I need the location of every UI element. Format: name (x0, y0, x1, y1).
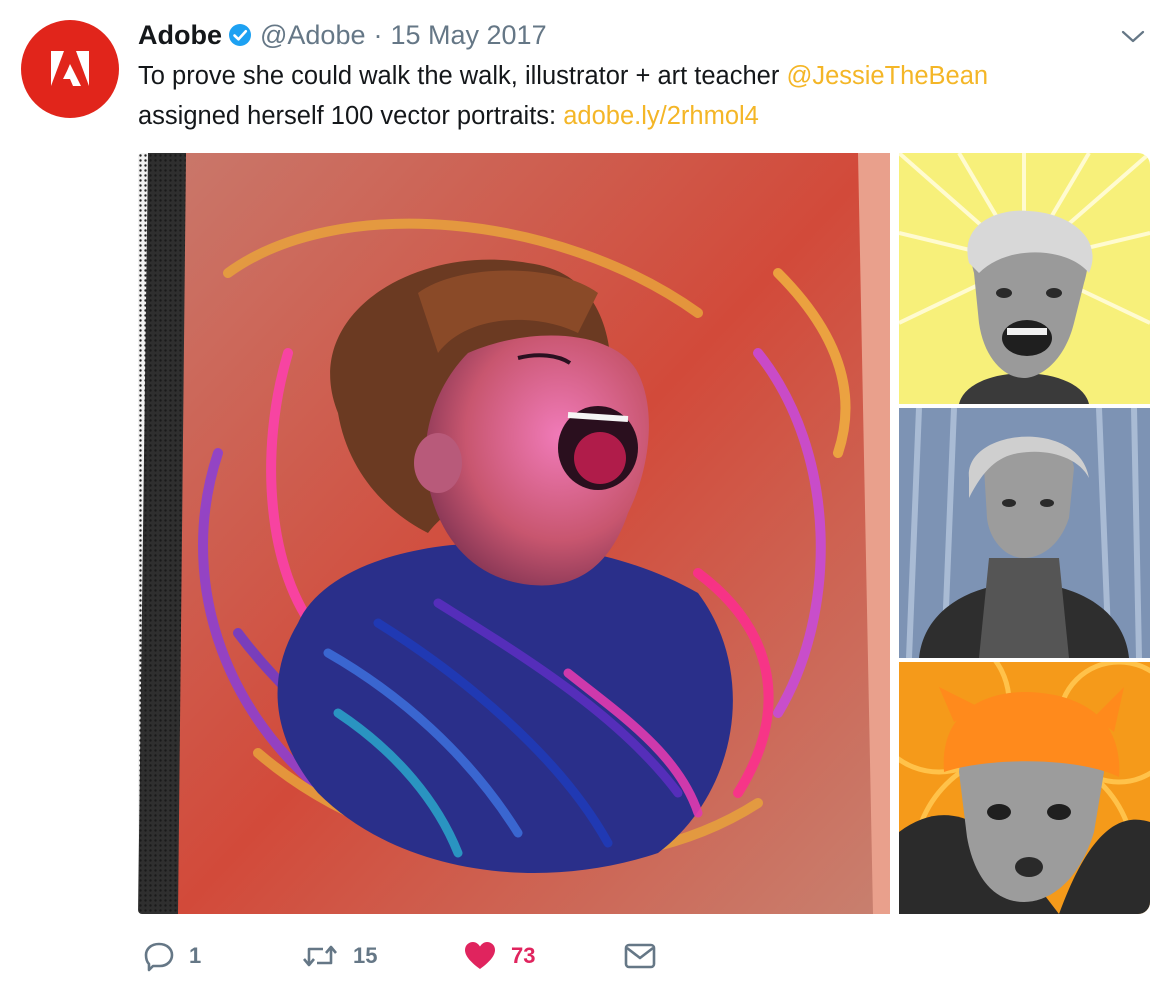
tweet-header: Adobe @Adobe · 15 May 2017 (138, 18, 547, 52)
like-count: 73 (511, 943, 536, 968)
retweet-button[interactable]: 15 (301, 936, 377, 976)
tweet-url-link[interactable]: adobe.ly/2rhmol4 (563, 102, 759, 130)
tweet-text-part1: To prove she could walk the walk, illust… (138, 62, 787, 90)
tweet-actions: 1 15 73 (143, 936, 703, 976)
portrait-illustration-laughing-man (899, 153, 1150, 404)
media-image-2[interactable] (899, 153, 1150, 404)
media-image-main[interactable] (138, 153, 890, 914)
mention-link[interactable]: @JessieTheBean (786, 62, 988, 90)
like-button[interactable]: 73 (463, 936, 535, 976)
tweet-text: To prove she could walk the walk, illust… (138, 56, 1138, 136)
chevron-down-icon[interactable] (1118, 24, 1148, 48)
adobe-logo-icon (51, 51, 89, 86)
portrait-illustration-woman-cardigan (899, 408, 1150, 658)
verified-badge-icon (229, 24, 251, 46)
media-image-4[interactable] (899, 662, 1150, 914)
tweet-date[interactable]: 15 May 2017 (390, 18, 546, 52)
separator-dot: · (373, 20, 383, 50)
tweet-text-part2: assigned herself 100 vector portraits: (138, 102, 564, 130)
author-handle[interactable]: @Adobe (260, 18, 365, 52)
reply-count: 1 (189, 943, 202, 968)
envelope-icon (624, 943, 656, 969)
media-image-3[interactable] (899, 408, 1150, 658)
heart-icon (465, 942, 495, 969)
direct-message-button[interactable] (623, 936, 657, 976)
portrait-illustration-screaming-woman (138, 153, 890, 914)
reply-button[interactable]: 1 (143, 936, 201, 976)
retweet-icon (303, 945, 337, 967)
avatar[interactable] (21, 20, 119, 118)
retweet-count: 15 (353, 943, 378, 968)
reply-icon (144, 942, 174, 972)
author-name[interactable]: Adobe (138, 18, 222, 52)
portrait-illustration-man-orange-beanie (899, 662, 1150, 914)
